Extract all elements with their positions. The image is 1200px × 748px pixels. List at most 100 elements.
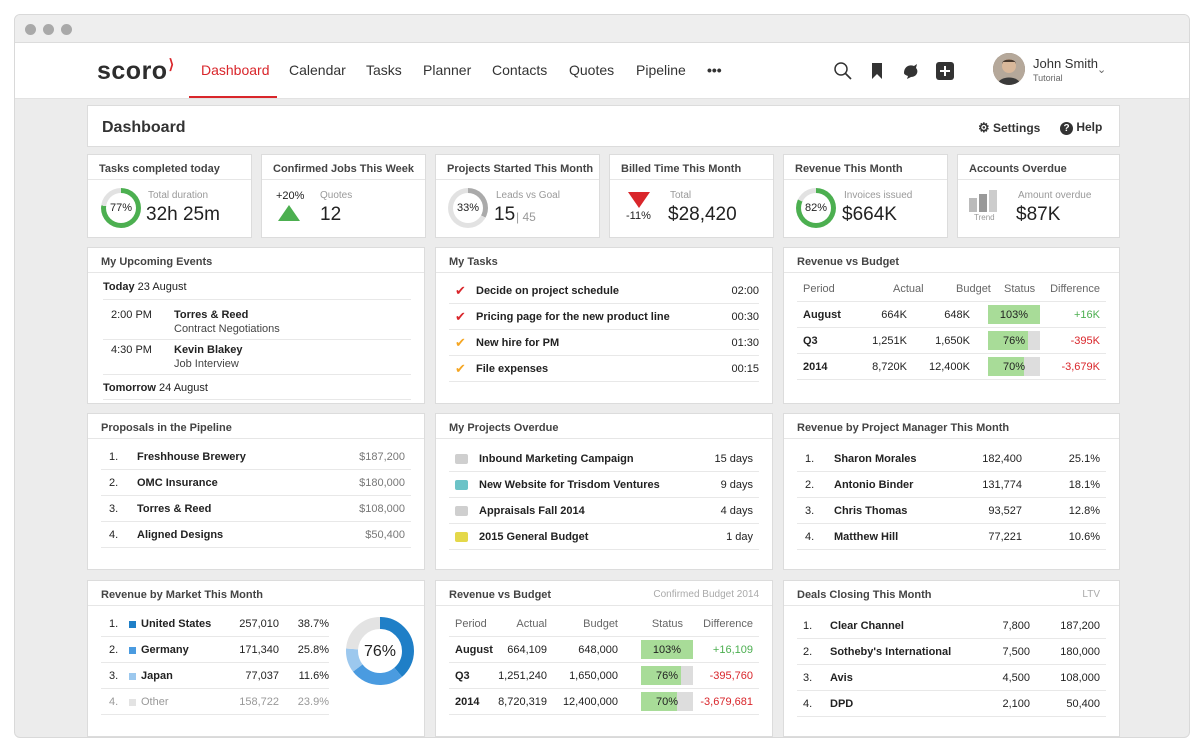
list-item[interactable]: 3. Avis 4,500 108,000 <box>797 665 1106 691</box>
briefcase-icon <box>455 506 468 516</box>
kpi-value: 32h 25m <box>146 204 220 225</box>
nav-contacts[interactable]: Contacts <box>492 62 547 78</box>
status-bar: 76% <box>988 331 1040 350</box>
kpi-tasks-completed[interactable]: Tasks completed today 77% Total duration… <box>87 154 252 238</box>
panel-title: My Projects Overdue <box>449 422 559 434</box>
nav-tasks[interactable]: Tasks <box>366 62 402 78</box>
list-item[interactable]: 2. OMC Insurance $180,000 <box>101 470 411 496</box>
search-icon[interactable] <box>833 61 853 81</box>
list-item[interactable]: 1. Clear Channel 7,800 187,200 <box>797 613 1106 639</box>
help-icon: ? <box>1060 122 1073 135</box>
check-icon: ✔ <box>455 309 466 324</box>
task-row[interactable]: ✔ New hire for PM 01:30 <box>449 330 759 356</box>
event-time: 2:00 PM <box>111 309 152 321</box>
user-name: John Smith <box>1033 56 1099 71</box>
table-row[interactable]: August 664K 648K 103% +16K <box>797 302 1106 328</box>
list-item[interactable]: 2. Germany 171,340 25.8% <box>101 637 329 663</box>
table-header: Period Actual Budget Status Difference <box>449 611 759 637</box>
table-header: Period Actual Budget Status Difference <box>797 276 1106 302</box>
briefcase-icon <box>455 532 468 542</box>
nav-calendar[interactable]: Calendar <box>289 62 346 78</box>
kpi-title: Accounts Overdue <box>969 163 1067 175</box>
kpi-billed-time[interactable]: Billed Time This Month -11% Total $28,42… <box>609 154 774 238</box>
list-item[interactable]: 3. Torres & Reed $108,000 <box>101 496 411 522</box>
event-name[interactable]: Torres & Reed <box>174 309 248 321</box>
panel-proposals: Proposals in the Pipeline 1. Freshhouse B… <box>87 413 425 570</box>
panel-my-tasks: My Tasks ✔ Decide on project schedule 02… <box>435 247 773 404</box>
status-bar: 103% <box>988 305 1040 324</box>
event-name[interactable]: Kevin Blakey <box>174 344 242 356</box>
panel-note: LTV <box>1082 589 1100 600</box>
app-window: scoro⟩ Dashboard Calendar Tasks Planner … <box>14 14 1190 738</box>
panel-title: Proposals in the Pipeline <box>101 422 232 434</box>
nav-more[interactable]: ••• <box>707 62 722 78</box>
notifications-icon[interactable] <box>901 61 921 81</box>
add-icon[interactable] <box>935 61 955 81</box>
scoro-logo[interactable]: scoro⟩ <box>97 56 174 86</box>
legend-swatch <box>129 673 136 680</box>
kpi-change: -11% <box>626 210 651 222</box>
table-row[interactable]: Q3 1,251K 1,650K 76% -395K <box>797 328 1106 354</box>
task-row[interactable]: ✔ Pricing page for the new product line … <box>449 304 759 330</box>
active-tab-underline <box>189 96 277 98</box>
list-item[interactable]: 2015 General Budget 1 day <box>449 524 759 550</box>
list-item[interactable]: 1. Freshhouse Brewery $187,200 <box>101 444 411 470</box>
list-item[interactable]: 3. Japan 77,037 11.6% <box>101 663 329 689</box>
list-item[interactable]: 4. Matthew Hill 77,221 10.6% <box>797 524 1106 550</box>
nav-dashboard[interactable]: Dashboard <box>201 62 270 78</box>
bookmark-icon[interactable] <box>867 61 887 81</box>
list-item[interactable]: Inbound Marketing Campaign 15 days <box>449 446 759 472</box>
panel-title: Revenue by Project Manager This Month <box>797 422 1010 434</box>
window-zoom-dot[interactable] <box>61 24 72 35</box>
kpi-title: Confirmed Jobs This Week <box>273 163 414 175</box>
kpi-title: Tasks completed today <box>99 163 220 175</box>
panel-title: My Tasks <box>449 256 498 268</box>
panel-title: Revenue vs Budget <box>797 256 900 268</box>
panel-title: Revenue vs Budget <box>449 589 552 601</box>
kpi-sub: Total <box>670 190 692 201</box>
task-row[interactable]: ✔ Decide on project schedule 02:00 <box>449 278 759 304</box>
list-item[interactable]: Appraisals Fall 2014 4 days <box>449 498 759 524</box>
help-button[interactable]: ? Help <box>1060 120 1102 135</box>
kpi-title: Billed Time This Month <box>621 163 742 175</box>
kpi-value: $87K <box>1016 204 1061 225</box>
chevron-down-icon: ⌄ <box>1097 64 1107 76</box>
list-item[interactable]: 2. Antonio Binder 131,774 18.1% <box>797 472 1106 498</box>
status-bar: 70% <box>641 692 693 711</box>
legend-swatch <box>129 621 136 628</box>
kpi-revenue-month[interactable]: Revenue This Month 82% Invoices issued $… <box>783 154 948 238</box>
table-row[interactable]: August 664,109 648,000 103% +16,109 <box>449 637 759 663</box>
panel-title: My Upcoming Events <box>101 256 213 268</box>
event-desc: Contract Negotiations <box>174 323 280 335</box>
nav-quotes[interactable]: Quotes <box>569 62 614 78</box>
kpi-confirmed-jobs[interactable]: Confirmed Jobs This Week +20% Quotes 12 <box>261 154 426 238</box>
settings-button[interactable]: ⚙ Settings <box>978 120 1040 136</box>
list-item[interactable]: 4. Other 158,722 23.9% <box>101 689 329 715</box>
list-item[interactable]: 3. Chris Thomas 93,527 12.8% <box>797 498 1106 524</box>
table-row[interactable]: 2014 8,720,319 12,400,000 70% -3,679,681 <box>449 689 759 715</box>
table-row[interactable]: Q3 1,251,240 1,650,000 76% -395,760 <box>449 663 759 689</box>
panel-revenue-by-market: Revenue by Market This Month 1. United St… <box>87 580 425 737</box>
kpi-projects-started[interactable]: Projects Started This Month 33% Leads vs… <box>435 154 600 238</box>
list-item[interactable]: 4. Aligned Designs $50,400 <box>101 522 411 548</box>
nav-pipeline[interactable]: Pipeline <box>636 62 686 78</box>
page-title: Dashboard <box>102 119 186 136</box>
table-row[interactable]: 2014 8,720K 12,400K 70% -3,679K <box>797 354 1106 380</box>
kpi-accounts-overdue[interactable]: Accounts Overdue Trend Amount overdue $8… <box>957 154 1120 238</box>
list-item[interactable]: 1. Sharon Morales 182,400 25.1% <box>797 446 1106 472</box>
check-icon: ✔ <box>455 283 466 298</box>
status-bar: 76% <box>641 666 693 685</box>
panel-note: Confirmed Budget 2014 <box>653 589 759 600</box>
window-minimize-dot[interactable] <box>43 24 54 35</box>
task-row[interactable]: ✔ File expenses 00:15 <box>449 356 759 382</box>
list-item[interactable]: 2. Sotheby's International 7,500 180,000 <box>797 639 1106 665</box>
list-item[interactable]: 1. United States 257,010 38.7% <box>101 611 329 637</box>
list-item[interactable]: 4. DPD 2,100 50,400 <box>797 691 1106 717</box>
user-menu[interactable]: John Smith Tutorial ⌄ <box>993 53 1113 89</box>
list-item[interactable]: New Website for Trisdom Ventures 9 days <box>449 472 759 498</box>
kpi-value: 15 <box>494 204 516 225</box>
nav-planner[interactable]: Planner <box>423 62 471 78</box>
panel-deals-closing: Deals Closing This Month LTV 1. Clear Cha… <box>783 580 1120 737</box>
window-close-dot[interactable] <box>25 24 36 35</box>
panel-revenue-vs-budget: Revenue vs Budget Period Actual Budget S… <box>783 247 1120 404</box>
